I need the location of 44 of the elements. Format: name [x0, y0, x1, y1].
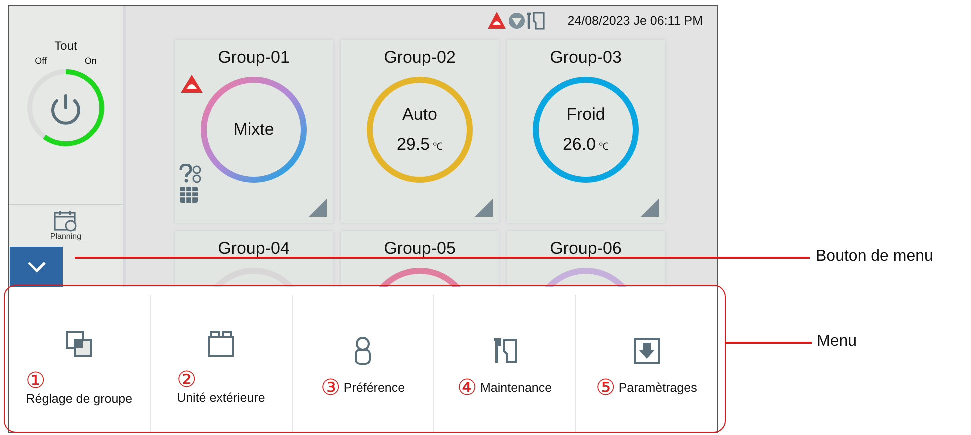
mode-label: Mixte: [234, 120, 274, 140]
callout-number: ⑤: [596, 376, 616, 398]
menu-button[interactable]: [10, 247, 63, 287]
status-icons-drawing: [488, 11, 546, 31]
date-time: 24/08/2023 Je 06:11 PM: [568, 14, 703, 28]
calendar-clock-icon: [54, 210, 78, 232]
on-label: On: [84, 56, 97, 66]
chevron-down-icon: [26, 261, 46, 273]
group-card[interactable]: Group-02 Auto 29.5 ℃: [341, 40, 499, 223]
mode-label: Froid: [566, 105, 606, 125]
sidebar-item[interactable]: Planning: [50, 232, 82, 241]
all-switch-title: Tout: [54, 39, 78, 53]
callout-number: ③: [320, 376, 341, 398]
mode-label: Auto: [402, 105, 438, 125]
corner-triangle-icon: [309, 199, 327, 217]
download-icon: [632, 336, 661, 364]
group-card[interactable]: Group-03 Froid 26.0 ℃: [507, 40, 665, 223]
group-name: Group-02: [384, 48, 456, 68]
menu-item[interactable]: Maintenance: [480, 380, 552, 394]
menu-item[interactable]: Paramètrages: [618, 380, 698, 394]
group-name: Group-01: [218, 48, 290, 68]
off-label: Off: [35, 56, 47, 66]
callout-label: Bouton de menu: [816, 248, 934, 266]
menu-item[interactable]: Unité extérieure: [177, 390, 266, 404]
callout-number: ①: [26, 370, 46, 392]
corner-triangle-icon: [641, 199, 659, 217]
group-name: Group-05: [384, 239, 456, 259]
group-name: Group-06: [550, 239, 622, 259]
group-name: Group-03: [550, 48, 622, 68]
temperature-value: 29.5: [396, 135, 430, 155]
callout-number: ②: [177, 368, 198, 390]
group-name: Group-04: [218, 239, 290, 259]
callout-label: Menu: [817, 333, 858, 351]
temperature-value: 26.0: [562, 135, 596, 155]
menu-item[interactable]: Réglage de groupe: [26, 392, 133, 406]
menu-item[interactable]: Préférence: [344, 380, 406, 394]
corner-triangle-icon: [475, 199, 493, 217]
temperature-unit: ℃: [433, 141, 444, 153]
overlapping-squares-icon: [65, 330, 94, 358]
group-card[interactable]: Group-01 Mixte: [175, 40, 333, 223]
callout-number: ④: [458, 376, 478, 398]
outdoor-unit-icon: [207, 330, 236, 356]
temperature-unit: ℃: [599, 141, 610, 153]
person-icon: [352, 336, 373, 364]
